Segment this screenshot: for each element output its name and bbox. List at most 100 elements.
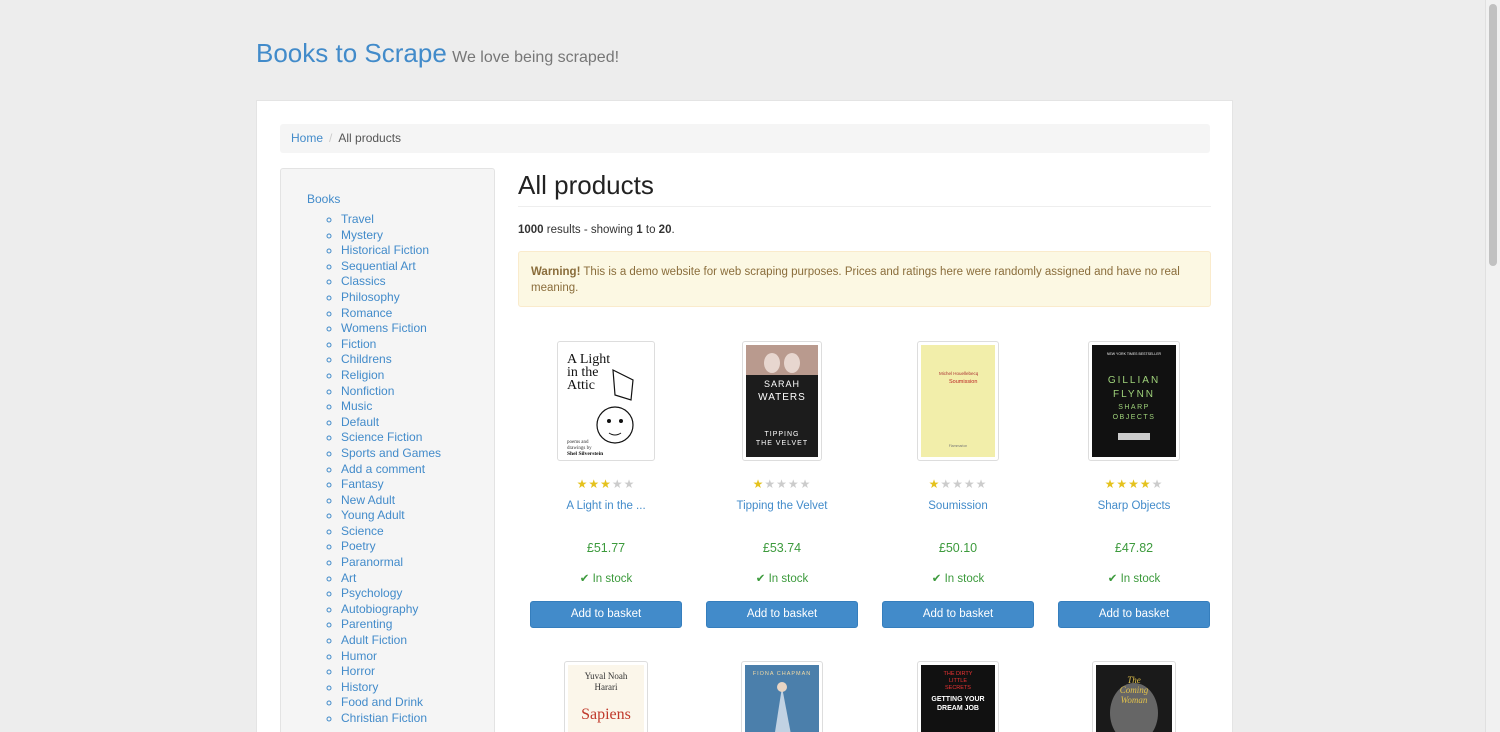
- stock-label: In stock: [944, 573, 985, 585]
- cover-illustration: THE DIRTY LITTLE SECRETS GETTING YOUR DR…: [931, 671, 984, 712]
- category-link[interactable]: Default: [341, 415, 379, 429]
- cover-illustration: Yuval Noah Harari Sapiens: [581, 671, 631, 723]
- add-to-basket-button[interactable]: Add to basket: [1058, 601, 1210, 628]
- cover-text: FIONA CHAPMAN: [753, 671, 812, 677]
- check-icon: ✔: [579, 573, 593, 585]
- product-thumbnail[interactable]: NEW YORK TIMES BESTSELLER GILLIAN FLYNN …: [1088, 341, 1180, 461]
- cover-text: Yuval Noah: [585, 671, 628, 681]
- category-link[interactable]: Sports and Games: [341, 446, 441, 460]
- warning-alert: Warning! This is a demo website for web …: [518, 251, 1211, 307]
- cover-text: The: [1127, 675, 1141, 685]
- product-title-link[interactable]: Tipping the Velvet: [694, 500, 870, 530]
- category-link[interactable]: Womens Fiction: [341, 321, 427, 335]
- check-icon: ✔: [755, 573, 769, 585]
- sidebar-item-sequential-art: Sequential Art: [341, 259, 494, 275]
- cover-text: Attic: [567, 378, 595, 393]
- availability: ✔ In stock: [694, 571, 870, 585]
- product-title-link[interactable]: Soumission: [870, 500, 1046, 530]
- check-icon: ✔: [1107, 573, 1121, 585]
- product-thumbnail[interactable]: The Coming Woman: [1092, 661, 1176, 732]
- category-link[interactable]: Science: [341, 524, 384, 538]
- cover-text: Sapiens: [581, 706, 631, 723]
- stock-label: In stock: [768, 573, 809, 585]
- product-thumbnail[interactable]: Michel Houellebecq Soumission Flammarion: [917, 341, 999, 461]
- sidebar-item-travel: Travel: [341, 212, 494, 228]
- category-link[interactable]: Mystery: [341, 228, 383, 242]
- category-link[interactable]: Nonfiction: [341, 384, 394, 398]
- cover-text: OBJECTS: [1113, 414, 1156, 421]
- site-brand-link[interactable]: Books to Scrape: [256, 38, 447, 68]
- category-link[interactable]: Fantasy: [341, 477, 384, 491]
- category-link[interactable]: Sequential Art: [341, 259, 416, 273]
- category-link[interactable]: Young Adult: [341, 508, 405, 522]
- sidebar-item-psychology: Psychology: [341, 586, 494, 602]
- sidebar-item-new-adult: New Adult: [341, 493, 494, 509]
- category-link[interactable]: Romance: [341, 306, 392, 320]
- category-link[interactable]: History: [341, 680, 378, 694]
- main-content: All products 1000 results - showing 1 to…: [518, 168, 1211, 732]
- cover-text: Shel Silverstein: [567, 451, 603, 457]
- product-thumbnail[interactable]: Yuval Noah Harari Sapiens: [564, 661, 648, 732]
- category-link[interactable]: Parenting: [341, 617, 392, 631]
- category-link[interactable]: Science Fiction: [341, 430, 422, 444]
- site-tagline: We love being scraped!: [452, 49, 620, 66]
- product-price: £51.77: [586, 541, 626, 555]
- breadcrumb-current: All products: [338, 131, 402, 145]
- category-link[interactable]: Christian Fiction: [341, 711, 427, 725]
- category-link[interactable]: New Adult: [341, 493, 395, 507]
- category-link[interactable]: Travel: [341, 212, 374, 226]
- breadcrumb-separator: /: [329, 131, 333, 145]
- stock-label: In stock: [592, 573, 633, 585]
- category-link[interactable]: Historical Fiction: [341, 243, 429, 257]
- sidebar-item-philosophy: Philosophy: [341, 290, 494, 306]
- sidebar-item-science-fiction: Science Fiction: [341, 430, 494, 446]
- product-title-link[interactable]: A Light in the ...: [518, 500, 694, 530]
- book-cover-image: Yuval Noah Harari Sapiens: [568, 665, 644, 732]
- scrollbar-thumb[interactable]: [1489, 4, 1497, 266]
- star-rating: ★★★★★: [928, 477, 988, 491]
- book-cover-image: The Coming Woman: [1096, 665, 1172, 732]
- product-thumbnail[interactable]: A Light in the Attic poems and drawings …: [557, 341, 655, 461]
- category-link[interactable]: Paranormal: [341, 555, 403, 569]
- product-thumbnail[interactable]: THE DIRTY LITTLE SECRETS GETTING YOUR DR…: [917, 661, 999, 732]
- category-link[interactable]: Adult Fiction: [341, 633, 407, 647]
- site-header: Books to Scrape We love being scraped!: [256, 38, 619, 69]
- category-link[interactable]: Autobiography: [341, 602, 418, 616]
- sidebar-books-link[interactable]: Books: [307, 192, 494, 206]
- sidebar-item-christian-fiction: Christian Fiction: [341, 711, 494, 727]
- category-sidebar: Books Travel Mystery Historical Fiction …: [280, 168, 495, 732]
- sidebar-item-poetry: Poetry: [341, 539, 494, 555]
- category-link[interactable]: Add a comment: [341, 462, 425, 476]
- add-to-basket-button[interactable]: Add to basket: [882, 601, 1034, 628]
- category-link[interactable]: Religion: [341, 368, 384, 382]
- cover-text: NEW YORK TIMES BESTSELLER: [1107, 352, 1162, 356]
- product-thumbnail[interactable]: FIONA CHAPMAN: [741, 661, 823, 732]
- cover-illustration: NEW YORK TIMES BESTSELLER GILLIAN FLYNN …: [1107, 352, 1162, 440]
- results-to: 20: [658, 224, 672, 236]
- sidebar-item-add-a-comment: Add a comment: [341, 462, 494, 478]
- results-total: 1000: [518, 224, 544, 236]
- category-link[interactable]: Humor: [341, 649, 377, 663]
- cover-text: LITTLE: [949, 678, 967, 684]
- category-link[interactable]: Classics: [341, 274, 386, 288]
- category-link[interactable]: Philosophy: [341, 290, 400, 304]
- add-to-basket-button[interactable]: Add to basket: [706, 601, 858, 628]
- category-link[interactable]: Music: [341, 399, 372, 413]
- category-link[interactable]: Fiction: [341, 337, 376, 351]
- category-link[interactable]: Horror: [341, 664, 375, 678]
- page-scrollbar[interactable]: [1485, 0, 1500, 732]
- category-link[interactable]: Food and Drink: [341, 695, 423, 709]
- product-title-link[interactable]: Sharp Objects: [1046, 500, 1222, 530]
- sidebar-item-religion: Religion: [341, 368, 494, 384]
- category-link[interactable]: Childrens: [341, 352, 392, 366]
- book-cover-image: Michel Houellebecq Soumission Flammarion: [921, 345, 995, 457]
- product-card: The Coming Woman: [1046, 661, 1222, 732]
- category-link[interactable]: Art: [341, 571, 356, 585]
- star-rating: ★★★★★: [752, 477, 812, 491]
- category-link[interactable]: Psychology: [341, 586, 402, 600]
- breadcrumb-home-link[interactable]: Home: [291, 131, 323, 145]
- category-link[interactable]: Poetry: [341, 539, 376, 553]
- add-to-basket-button[interactable]: Add to basket: [530, 601, 682, 628]
- product-thumbnail[interactable]: SARAH WATERS TIPPING THE VELVET: [742, 341, 822, 461]
- cover-text: FLYNN: [1113, 389, 1155, 400]
